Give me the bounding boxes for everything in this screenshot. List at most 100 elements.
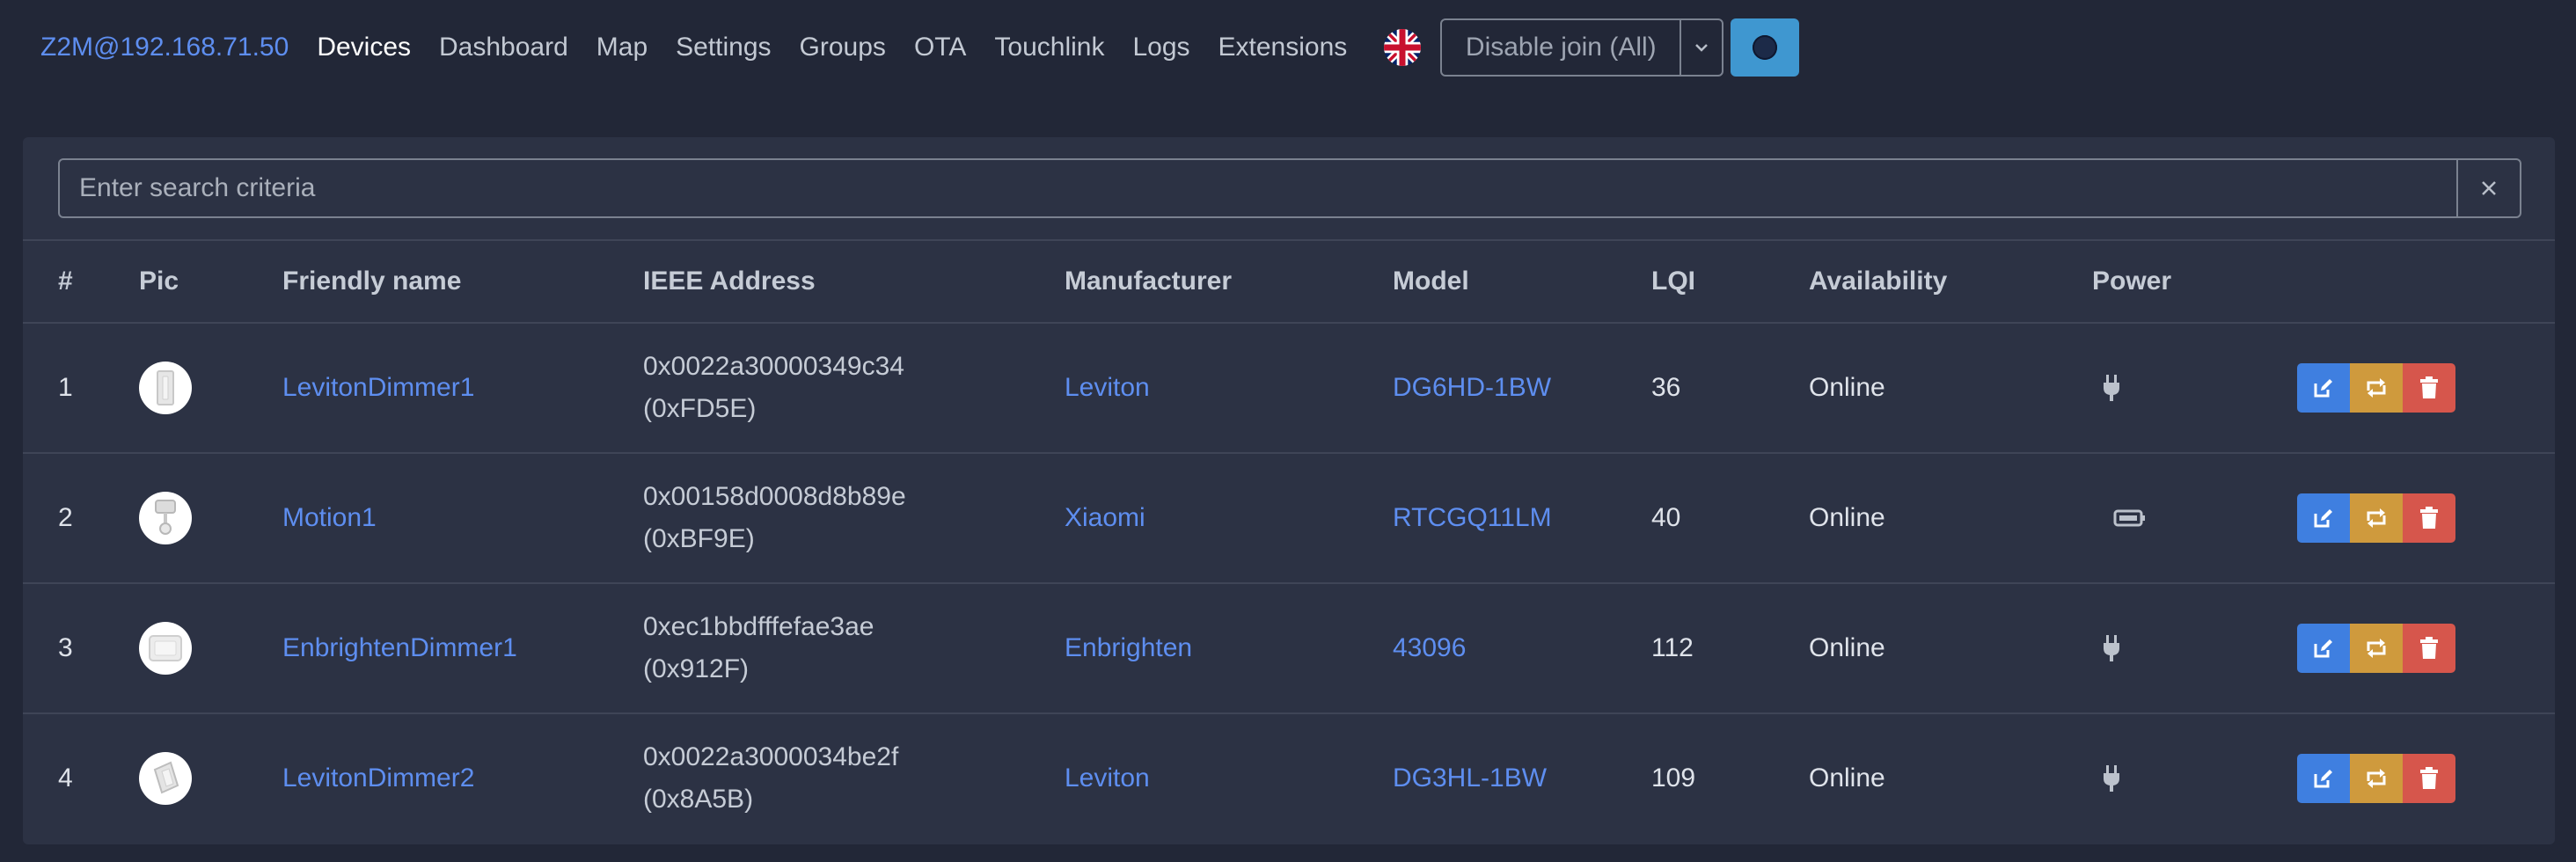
nav-settings[interactable]: Settings — [676, 33, 771, 62]
edit-device-button[interactable] — [2297, 363, 2350, 413]
device-friendly-name-link[interactable]: LevitonDimmer1 — [282, 324, 474, 452]
swap-icon — [2367, 639, 2386, 658]
row-actions — [2297, 324, 2455, 452]
network-address-value: (0xFD5E) — [643, 394, 757, 423]
table-row: 4 LevitonDimmer2 0x0022a3000034be2f (0x8… — [23, 714, 2555, 844]
moon-icon — [1753, 35, 1778, 60]
ieee-address-value: 0x0022a30000349c34 — [643, 352, 904, 381]
device-friendly-name-link[interactable]: Motion1 — [282, 454, 377, 582]
manufacturer-link[interactable]: Xiaomi — [1065, 454, 1145, 582]
table-row: 1 LevitonDimmer1 0x0022a30000349c34 (0xF… — [23, 324, 2555, 454]
nav-ota[interactable]: OTA — [914, 33, 966, 62]
plug-icon — [2102, 324, 2121, 452]
model-link[interactable]: DG3HL-1BW — [1393, 714, 1547, 843]
table-row: 2 Motion1 0x00158d0008d8b89e (0xBF9E) Xi… — [23, 454, 2555, 584]
swap-icon — [2367, 769, 2386, 788]
nav-map[interactable]: Map — [596, 33, 648, 62]
rename-device-button[interactable] — [2350, 754, 2403, 803]
permit-join-button[interactable]: Disable join (All) — [1442, 20, 1680, 75]
edit-device-button[interactable] — [2297, 624, 2350, 673]
nav-logs[interactable]: Logs — [1132, 33, 1189, 62]
delete-device-button[interactable] — [2403, 493, 2455, 543]
availability-status: Online — [1809, 373, 1885, 402]
row-actions — [2297, 714, 2455, 843]
edit-device-button[interactable] — [2297, 754, 2350, 803]
header-lqi[interactable]: LQI — [1651, 241, 1695, 325]
ieee-address-value: 0x0022a3000034be2f — [643, 742, 899, 771]
table-header: # Pic Friendly name IEEE Address Manufac… — [23, 239, 2555, 324]
theme-toggle-button[interactable] — [1731, 18, 1800, 77]
trash-icon — [2420, 507, 2438, 529]
trash-icon — [2420, 376, 2438, 398]
row-actions — [2297, 584, 2455, 712]
top-navbar: Z2M@192.168.71.50 Devices Dashboard Map … — [0, 0, 2576, 95]
row-index: 3 — [58, 633, 73, 662]
nav-touchlink[interactable]: Touchlink — [994, 33, 1104, 62]
swap-icon — [2367, 508, 2386, 528]
lqi-value: 112 — [1651, 633, 1694, 662]
manufacturer-link[interactable]: Enbrighten — [1065, 584, 1192, 712]
close-icon — [2482, 181, 2496, 195]
availability-status: Online — [1809, 763, 1885, 793]
ieee-address: 0x0022a30000349c34 (0xFD5E) — [643, 324, 904, 452]
rename-device-button[interactable] — [2350, 493, 2403, 543]
nav-devices[interactable]: Devices — [317, 33, 411, 62]
availability-status: Online — [1809, 503, 1885, 532]
battery-icon — [2113, 454, 2147, 582]
nav-groups[interactable]: Groups — [800, 33, 886, 62]
ieee-address: 0x0022a3000034be2f (0x8A5B) — [643, 714, 898, 843]
brand-link[interactable]: Z2M@192.168.71.50 — [40, 33, 289, 62]
model-link[interactable]: DG6HD-1BW — [1393, 324, 1551, 452]
model-link[interactable]: RTCGQ11LM — [1393, 454, 1552, 582]
ieee-address-value: 0xec1bbdfffefae3ae — [643, 612, 875, 641]
search-input[interactable] — [60, 160, 2456, 216]
trash-icon — [2420, 637, 2438, 659]
manufacturer-link[interactable]: Leviton — [1065, 714, 1150, 843]
device-image — [139, 492, 192, 544]
header-availability[interactable]: Availability — [1809, 241, 1947, 325]
availability-status: Online — [1809, 633, 1885, 662]
rename-device-button[interactable] — [2350, 363, 2403, 413]
nav-extensions[interactable]: Extensions — [1218, 33, 1348, 62]
manufacturer-link[interactable]: Leviton — [1065, 324, 1150, 452]
edit-device-button[interactable] — [2297, 493, 2350, 543]
network-address-value: (0xBF9E) — [643, 524, 755, 553]
device-friendly-name-link[interactable]: EnbrightenDimmer1 — [282, 584, 517, 712]
header-model[interactable]: Model — [1393, 241, 1469, 325]
devices-card: # Pic Friendly name IEEE Address Manufac… — [23, 137, 2555, 844]
lqi-value: 36 — [1651, 373, 1681, 402]
delete-device-button[interactable] — [2403, 754, 2455, 803]
clear-search-button[interactable] — [2456, 160, 2520, 216]
rename-device-button[interactable] — [2350, 624, 2403, 673]
ieee-address: 0x00158d0008d8b89e (0xBF9E) — [643, 454, 906, 582]
edit-icon — [2314, 379, 2332, 398]
device-friendly-name-link[interactable]: LevitonDimmer2 — [282, 714, 474, 843]
ieee-address-value: 0x00158d0008d8b89e — [643, 482, 906, 511]
edit-icon — [2314, 509, 2332, 528]
device-image — [139, 362, 192, 414]
nav-dashboard[interactable]: Dashboard — [439, 33, 568, 62]
lqi-value: 40 — [1651, 503, 1681, 532]
header-power[interactable]: Power — [2092, 241, 2171, 325]
uk-flag-icon[interactable] — [1384, 29, 1422, 66]
delete-device-button[interactable] — [2403, 363, 2455, 413]
plug-icon — [2102, 714, 2121, 843]
device-image — [139, 752, 192, 805]
header-pic[interactable]: Pic — [139, 241, 179, 325]
header-manufacturer[interactable]: Manufacturer — [1065, 241, 1232, 325]
table-row: 3 EnbrightenDimmer1 0xec1bbdfffefae3ae (… — [23, 584, 2555, 714]
device-pic-cell — [139, 714, 192, 843]
header-ieee-address[interactable]: IEEE Address — [643, 241, 816, 325]
network-address-value: (0x8A5B) — [643, 785, 754, 814]
permit-join-dropdown-toggle[interactable] — [1680, 20, 1722, 75]
edit-icon — [2314, 770, 2332, 788]
model-link[interactable]: 43096 — [1393, 584, 1466, 712]
edit-icon — [2314, 639, 2332, 658]
trash-icon — [2420, 767, 2438, 789]
header-index[interactable]: # — [58, 241, 73, 325]
header-friendly-name[interactable]: Friendly name — [282, 241, 461, 325]
row-index: 2 — [58, 503, 73, 532]
lqi-value: 109 — [1651, 763, 1696, 793]
row-actions — [2297, 454, 2455, 582]
delete-device-button[interactable] — [2403, 624, 2455, 673]
